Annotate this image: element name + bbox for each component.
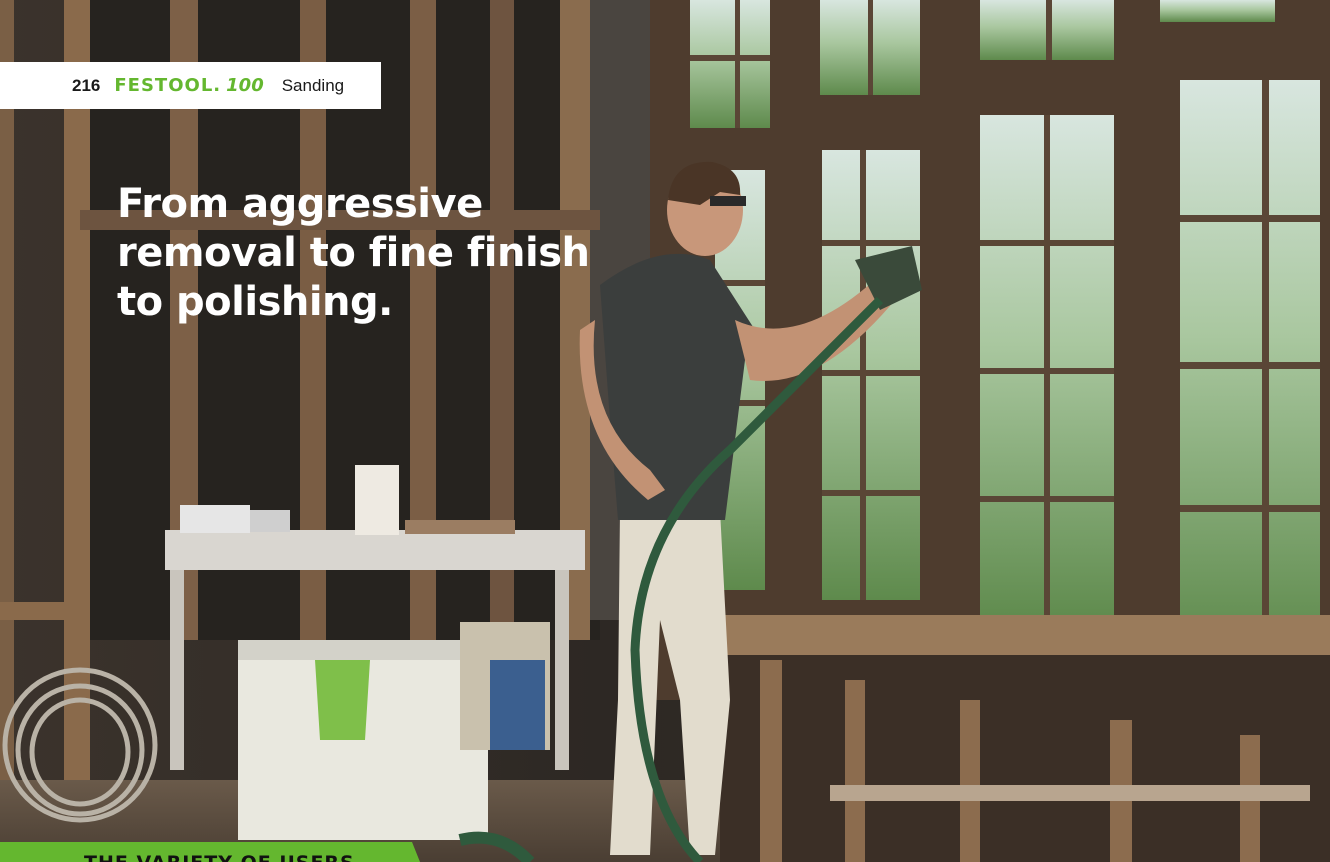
festool-100-logo: 100: [226, 75, 264, 96]
hero-photo: [0, 0, 1330, 862]
headline: From aggressive removal to fine finish t…: [117, 181, 590, 325]
page-number: 216: [72, 75, 101, 95]
festool-logo: FESTOOL: [114, 75, 214, 96]
page-header-tab: 216 FESTOOL . 100 Sanding: [0, 62, 381, 109]
section-title: Sanding: [281, 75, 345, 95]
logo-dot-icon: .: [213, 75, 221, 96]
bottom-tab-label: THE VARIETY OF USERS: [84, 852, 355, 862]
bottom-section-tab: THE VARIETY OF USERS: [0, 842, 420, 862]
